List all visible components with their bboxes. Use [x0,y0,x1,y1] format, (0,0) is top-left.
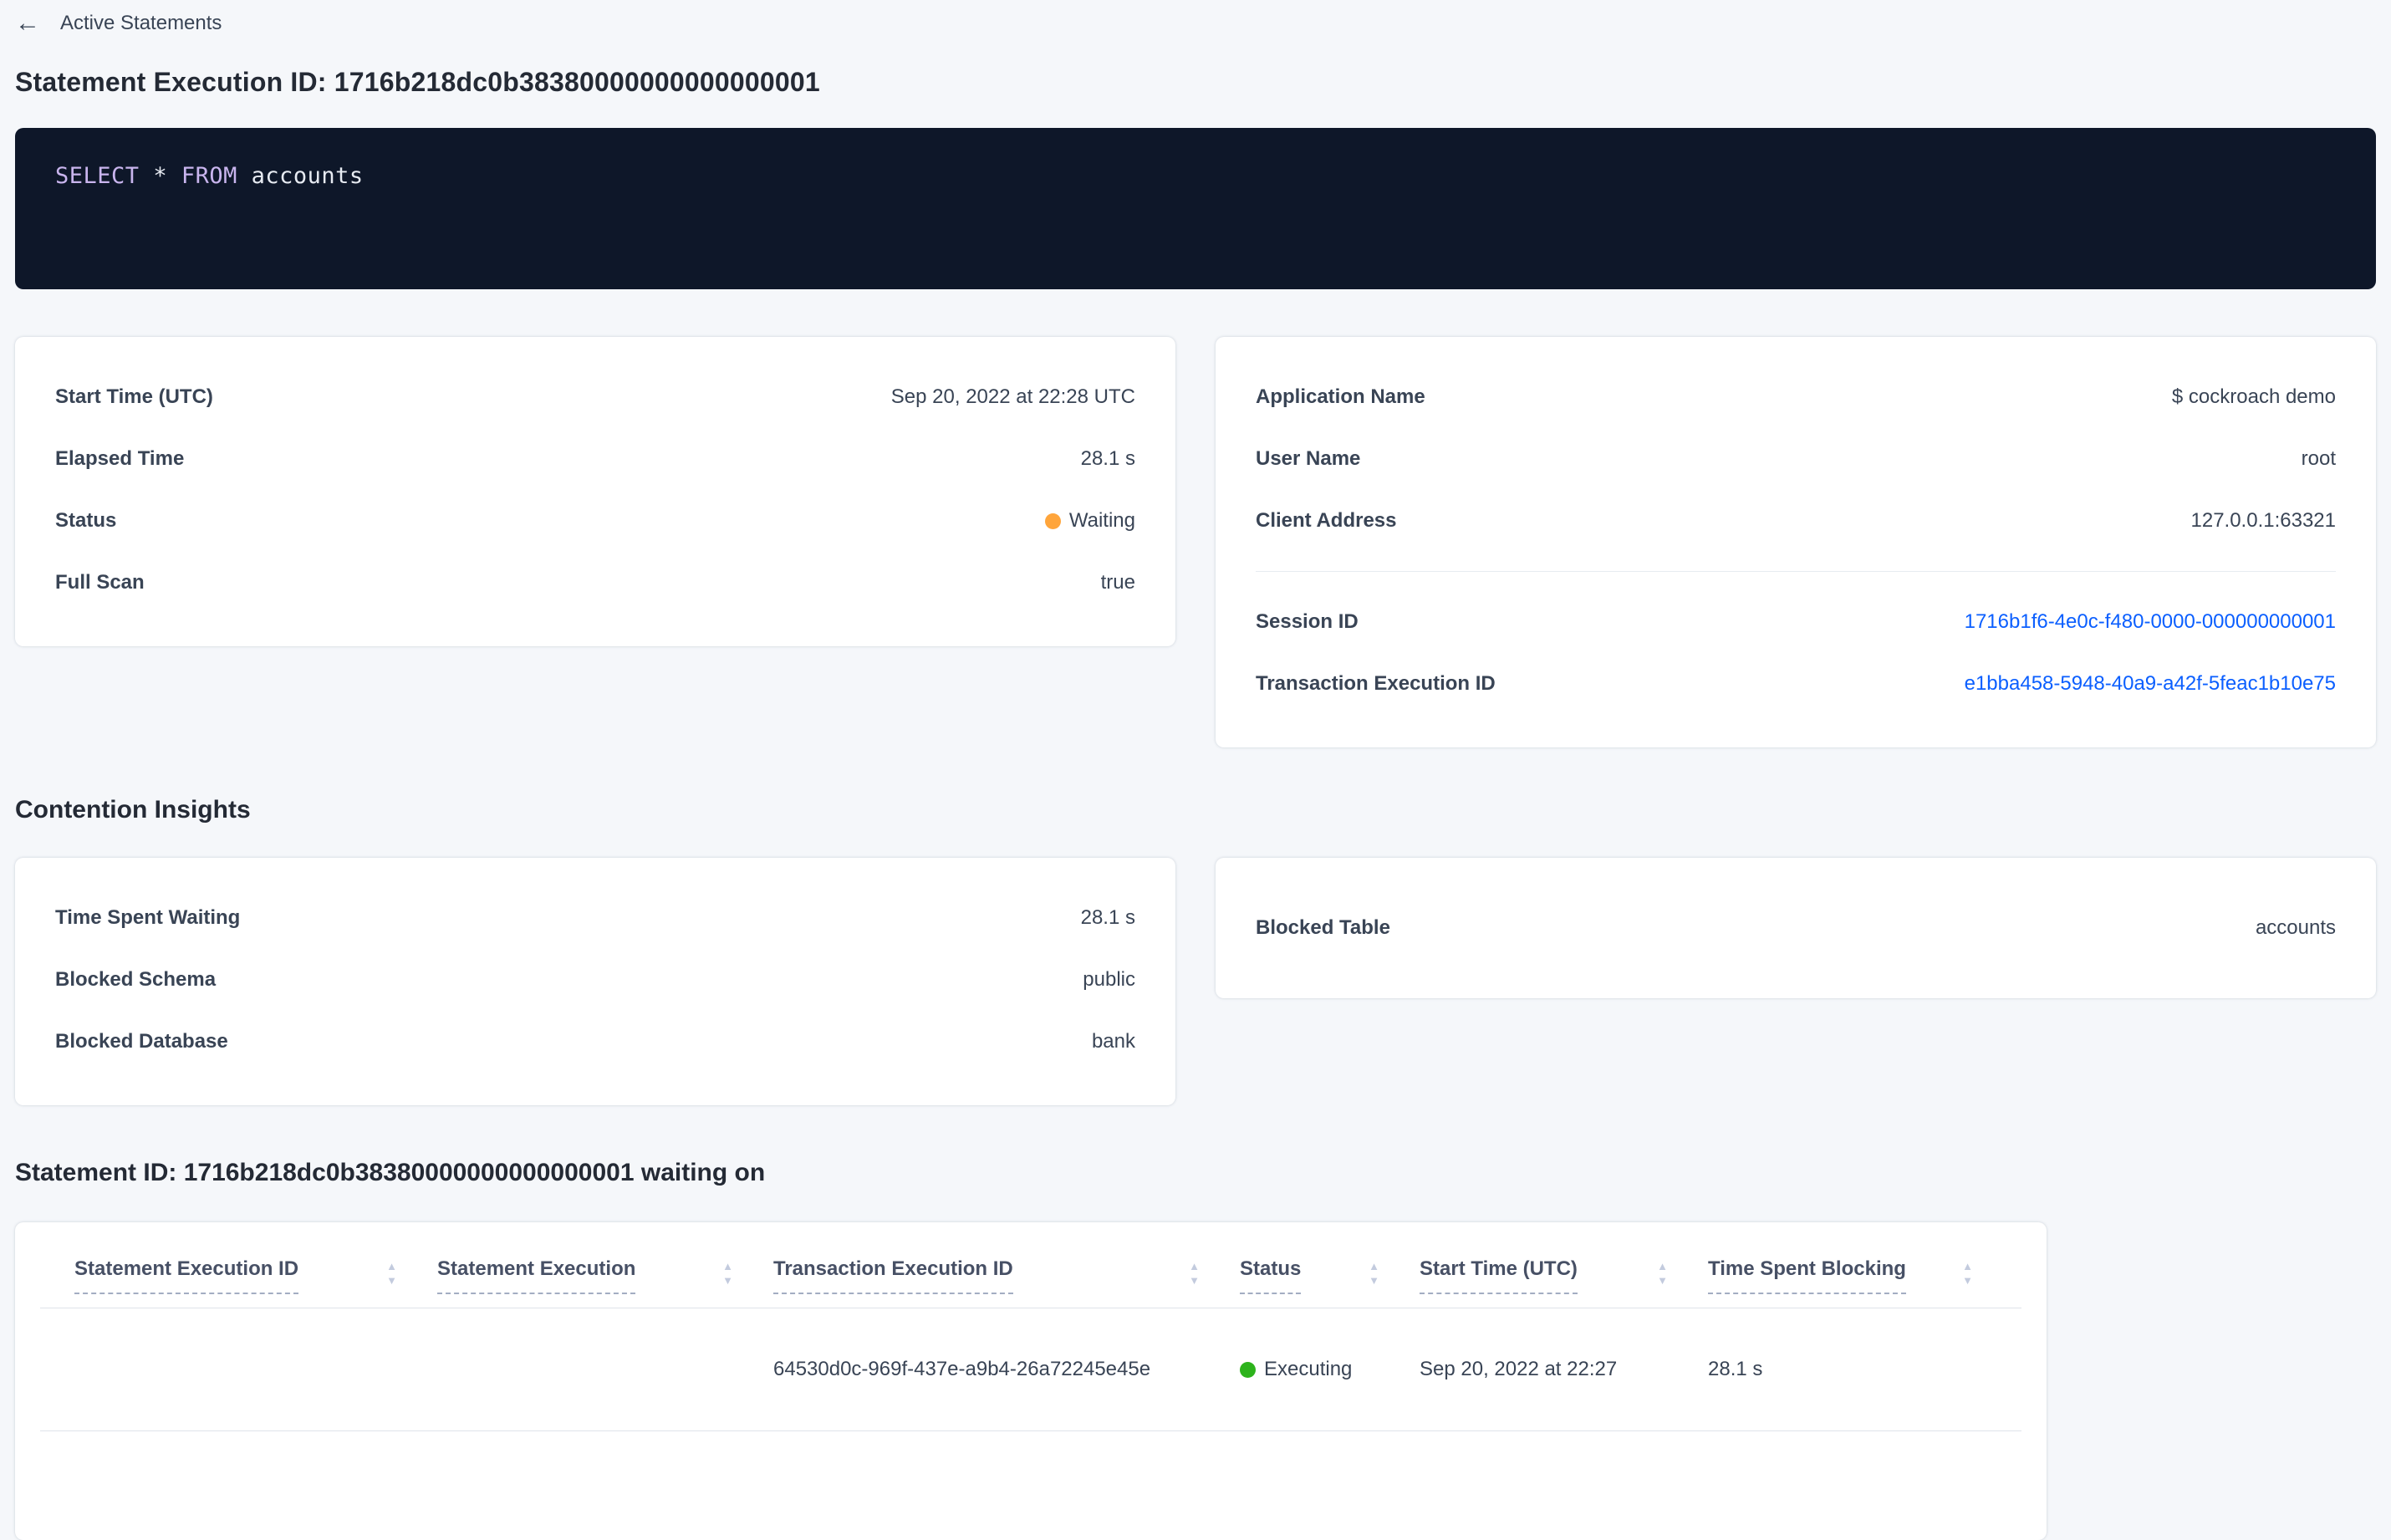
back-link-active-statements[interactable]: ← Active Statements [15,0,222,37]
kv-value: 127.0.0.1:63321 [2190,509,2337,532]
kv-blocked-schema: Blocked Schema public [55,968,1135,992]
column-header-label: Start Time (UTC) [1420,1257,1578,1294]
cell-start-time: Sep 20, 2022 at 22:27 [1420,1358,1618,1380]
column-header-transaction-execution-id[interactable]: Transaction Execution ID ▲ ▼ [773,1257,1240,1294]
table-header-row: Statement Execution ID ▲ ▼ Statement Exe… [15,1222,2047,1294]
column-header-statement-execution[interactable]: Statement Execution ▲ ▼ [437,1257,773,1294]
kv-label: Client Address [1256,509,1397,532]
kv-transaction-execution-id: Transaction Execution ID e1bba458-5948-4… [1256,672,2336,696]
sql-table-name: accounts [251,163,364,189]
kv-user-name: User Name root [1256,447,2336,471]
sort-icon: ▲ ▼ [722,1260,733,1287]
kv-value: public [1083,968,1135,991]
kv-label: Elapsed Time [55,447,185,470]
column-header-label: Status [1240,1257,1302,1294]
kv-blocked-database: Blocked Database bank [55,1030,1135,1053]
kv-client-address: Client Address 127.0.0.1:63321 [1256,509,2336,533]
sort-icon: ▲ ▼ [1369,1260,1379,1287]
kv-full-scan: Full Scan true [55,571,1135,594]
kv-status: Status Waiting [55,509,1135,533]
kv-session-id: Session ID 1716b1f6-4e0c-f480-0000-00000… [1256,610,2336,634]
column-header-status[interactable]: Status ▲ ▼ [1240,1257,1420,1294]
sort-asc-icon: ▲ [1962,1260,1973,1272]
sort-desc-icon: ▼ [1962,1274,1973,1287]
kv-value: Sep 20, 2022 at 22:28 UTC [890,385,1135,408]
transaction-execution-id-link[interactable]: e1bba458-5948-40a9-a42f-5feac1b10e75 [1965,672,2336,696]
executing-status-dot-icon [1240,1361,1256,1378]
card-divider [1256,571,2336,572]
kv-label: Time Spent Waiting [55,906,241,929]
kv-label: Application Name [1256,385,1425,408]
kv-value: true [1100,571,1135,594]
sort-desc-icon: ▼ [1657,1274,1668,1287]
sort-icon: ▲ ▼ [386,1260,397,1287]
kv-label: Full Scan [55,571,145,594]
kv-value: root [2301,447,2336,470]
session-id-link[interactable]: 1716b1f6-4e0c-f480-0000-000000000001 [1965,610,2336,634]
sort-icon: ▲ ▼ [1189,1260,1200,1287]
kv-label: Blocked Table [1256,916,1390,939]
column-header-label: Statement Execution ID [74,1257,299,1294]
kv-label: Session ID [1256,610,1359,633]
cell-status: Executing [1240,1358,1420,1381]
sort-desc-icon: ▼ [1369,1274,1379,1287]
status-badge: Waiting [1068,509,1135,532]
sql-star: * [153,163,168,189]
kv-label: Start Time (UTC) [55,385,213,408]
kv-value: accounts [2255,916,2336,939]
status-badge: Executing [1264,1358,1353,1380]
sql-keyword-select: SELECT [55,163,140,189]
kv-label: Transaction Execution ID [1256,672,1496,695]
contention-details-card: Time Spent Waiting 28.1 s Blocked Schema… [15,858,1175,1105]
kv-elapsed-time: Elapsed Time 28.1 s [55,447,1135,471]
column-header-label: Time Spent Blocking [1708,1257,1906,1294]
kv-value: 28.1 s [1080,447,1135,470]
waiting-on-heading: Statement ID: 1716b218dc0b38380000000000… [15,1159,766,1186]
sort-asc-icon: ▲ [1189,1260,1200,1272]
kv-label: Blocked Schema [55,968,217,991]
sort-asc-icon: ▲ [1657,1260,1668,1272]
cell-transaction-execution-id: 64530d0c-969f-437e-a9b4-26a72245e45e [773,1358,1151,1380]
sort-icon: ▲ ▼ [1962,1260,1973,1287]
execution-details-card: Start Time (UTC) Sep 20, 2022 at 22:28 U… [15,337,1175,646]
kv-blocked-table: Blocked Table accounts [1256,916,2336,940]
blocked-table-card: Blocked Table accounts [1216,858,2376,998]
back-arrow-icon: ← [15,9,40,37]
sql-statement-box: SELECT * FROM accounts [15,128,2376,289]
kv-time-spent-waiting: Time Spent Waiting 28.1 s [55,906,1135,930]
column-header-time-spent-blocking[interactable]: Time Spent Blocking ▲ ▼ [1708,1257,2013,1294]
kv-label: Blocked Database [55,1030,228,1053]
page-title: Statement Execution ID: 1716b218dc0b3838… [15,67,820,97]
kv-value: bank [1091,1030,1135,1053]
table-row: 64530d0c-969f-437e-a9b4-26a72245e45e Exe… [15,1308,2047,1430]
column-header-label: Statement Execution [437,1257,636,1294]
column-header-label: Transaction Execution ID [773,1257,1013,1294]
kv-start-time: Start Time (UTC) Sep 20, 2022 at 22:28 U… [55,385,1135,409]
waiting-status-dot-icon [1044,512,1061,529]
sort-icon: ▲ ▼ [1657,1260,1668,1287]
table-row-divider [40,1430,2021,1431]
session-details-card: Application Name $ cockroach demo User N… [1216,337,2376,747]
sort-asc-icon: ▲ [722,1260,733,1272]
sort-desc-icon: ▼ [722,1274,733,1287]
kv-label: Status [55,509,117,532]
kv-application-name: Application Name $ cockroach demo [1256,385,2336,409]
back-link-label: Active Statements [60,12,222,34]
waiting-on-table: Statement Execution ID ▲ ▼ Statement Exe… [15,1222,2047,1540]
kv-label: User Name [1256,447,1361,470]
kv-value: $ cockroach demo [2171,385,2336,408]
column-header-statement-execution-id[interactable]: Statement Execution ID ▲ ▼ [74,1257,437,1294]
sort-asc-icon: ▲ [1369,1260,1379,1272]
sort-desc-icon: ▼ [1189,1274,1200,1287]
cell-time-spent-blocking: 28.1 s [1708,1358,1763,1380]
sort-asc-icon: ▲ [386,1260,397,1272]
sort-desc-icon: ▼ [386,1274,397,1287]
sql-keyword-from: FROM [181,163,237,189]
statement-execution-page: ← Active Statements Statement Execution … [0,0,2391,1540]
column-header-start-time[interactable]: Start Time (UTC) ▲ ▼ [1420,1257,1708,1294]
contention-insights-heading: Contention Insights [15,796,251,824]
kv-value: 28.1 s [1080,906,1135,929]
